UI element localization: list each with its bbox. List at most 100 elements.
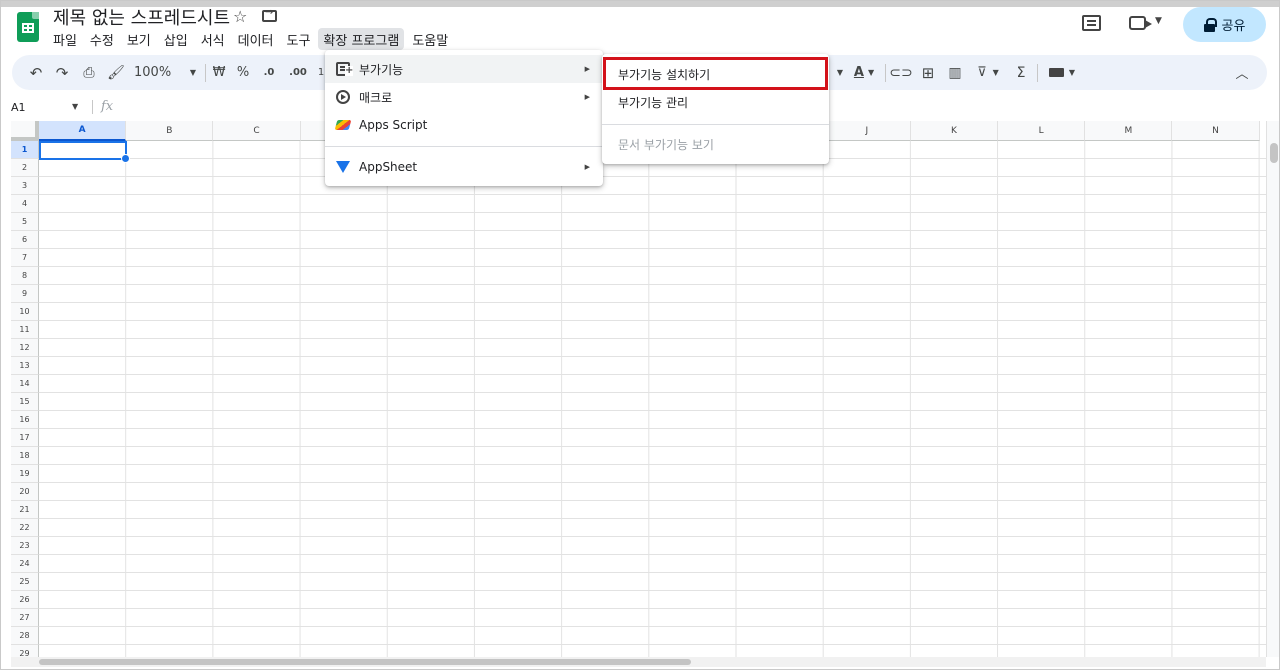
row-header-19[interactable]: 19 xyxy=(11,465,39,483)
row-header-28[interactable]: 28 xyxy=(11,627,39,645)
menu-item-appsheet[interactable]: AppSheet ▶ xyxy=(325,153,603,181)
redo-icon[interactable]: ↷ xyxy=(52,55,72,90)
row-header-7[interactable]: 7 xyxy=(11,249,39,267)
menu-view[interactable]: 보기 xyxy=(122,28,156,50)
comment-history-icon[interactable] xyxy=(1082,15,1101,31)
row-header-15[interactable]: 15 xyxy=(11,393,39,411)
functions-button[interactable]: Σ xyxy=(1012,55,1030,90)
row-header-21[interactable]: 21 xyxy=(11,501,39,519)
row-header-2[interactable]: 2 xyxy=(11,159,39,177)
column-header-j[interactable]: J xyxy=(823,121,911,141)
spreadsheet-grid[interactable]: ABCDEFGHIJKLMN 1234567891011121314151617… xyxy=(11,121,1266,657)
row-header-5[interactable]: 5 xyxy=(11,213,39,231)
menu-divider xyxy=(325,146,603,147)
row-header-24[interactable]: 24 xyxy=(11,555,39,573)
undo-icon[interactable]: ↶ xyxy=(26,55,46,90)
row-header-11[interactable]: 11 xyxy=(11,321,39,339)
menu-file[interactable]: 파일 xyxy=(48,28,82,50)
menu-item-addons[interactable]: 부가기능 ▶ xyxy=(325,55,603,83)
name-box[interactable]: A1 xyxy=(11,101,26,114)
column-header-b[interactable]: B xyxy=(126,121,214,141)
print-icon[interactable]: ⎙ xyxy=(79,55,99,90)
submenu-arrow-icon: ▶ xyxy=(584,163,590,171)
paint-format-icon[interactable]: 🖌 xyxy=(106,55,126,90)
row-header-16[interactable]: 16 xyxy=(11,411,39,429)
vertical-scrollbar-thumb[interactable] xyxy=(1270,143,1278,163)
row-header-6[interactable]: 6 xyxy=(11,231,39,249)
submenu-item-manage-addons[interactable]: 부가기능 관리 xyxy=(602,88,829,116)
chevron-down-icon[interactable]: ▼ xyxy=(72,102,78,111)
submenu-item-label: 부가기능 설치하기 xyxy=(618,67,711,82)
submenu-item-label: 문서 부가기능 보기 xyxy=(618,137,714,152)
row-header-26[interactable]: 26 xyxy=(11,591,39,609)
insert-chart-icon[interactable]: ▥ xyxy=(945,55,965,90)
row-header-9[interactable]: 9 xyxy=(11,285,39,303)
move-folder-icon[interactable] xyxy=(262,7,277,22)
submenu-arrow-icon: ▶ xyxy=(584,93,590,101)
menu-extensions[interactable]: 확장 프로그램 xyxy=(318,28,405,50)
menu-tools[interactable]: 도구 xyxy=(282,28,316,50)
zoom-value: 100% xyxy=(134,65,172,80)
extensions-menu: 부가기능 ▶ 매크로 ▶ Apps Script AppSheet ▶ xyxy=(325,50,603,186)
row-header-23[interactable]: 23 xyxy=(11,537,39,555)
chevron-down-icon[interactable]: ▼ xyxy=(835,55,845,90)
insert-link-icon[interactable]: ⊂⊃ xyxy=(889,55,912,90)
star-icon[interactable]: ☆ xyxy=(233,7,247,26)
horizontal-scrollbar-thumb[interactable] xyxy=(39,659,691,665)
row-header-22[interactable]: 22 xyxy=(11,519,39,537)
row-header-8[interactable]: 8 xyxy=(11,267,39,285)
submenu-item-install-addons[interactable]: 부가기능 설치하기 xyxy=(602,60,829,88)
column-header-m[interactable]: M xyxy=(1085,121,1173,141)
zoom-select[interactable]: 100% ▼ xyxy=(134,55,196,90)
menu-item-apps-script[interactable]: Apps Script xyxy=(325,111,603,139)
decrease-decimal-button[interactable]: .0 xyxy=(260,55,278,90)
share-label: 공유 xyxy=(1221,19,1246,34)
row-header-17[interactable]: 17 xyxy=(11,429,39,447)
cell-area[interactable] xyxy=(39,141,1266,657)
insert-comment-icon[interactable]: ⊞ xyxy=(918,55,938,90)
menu-data[interactable]: 데이터 xyxy=(233,28,279,50)
text-color-button[interactable]: A ▼ xyxy=(850,55,878,90)
column-header-k[interactable]: K xyxy=(910,121,999,141)
row-header-3[interactable]: 3 xyxy=(11,177,39,195)
share-button[interactable]: 공유 xyxy=(1183,7,1266,42)
percent-format-button[interactable]: % xyxy=(235,55,251,90)
addons-icon xyxy=(336,62,354,76)
row-header-4[interactable]: 4 xyxy=(11,195,39,213)
row-header-14[interactable]: 14 xyxy=(11,375,39,393)
menu-help[interactable]: 도움말 xyxy=(407,28,453,50)
vertical-scrollbar[interactable] xyxy=(1266,121,1280,657)
menu-item-macros[interactable]: 매크로 ▶ xyxy=(325,83,603,111)
active-cell-a1[interactable] xyxy=(39,141,130,163)
column-header-n[interactable]: N xyxy=(1172,121,1260,141)
row-header-20[interactable]: 20 xyxy=(11,483,39,501)
menu-insert[interactable]: 삽입 xyxy=(159,28,193,50)
chevron-down-icon: ▼ xyxy=(867,68,875,77)
menu-item-label: 매크로 xyxy=(359,90,393,105)
row-header-13[interactable]: 13 xyxy=(11,357,39,375)
column-header-l[interactable]: L xyxy=(998,121,1086,141)
collapse-toolbar-icon[interactable]: ︿ xyxy=(1234,55,1250,90)
row-header-25[interactable]: 25 xyxy=(11,573,39,591)
column-header-a[interactable]: A xyxy=(39,121,127,141)
chevron-down-icon[interactable]: ▼ xyxy=(1155,16,1162,26)
row-header-29[interactable]: 29 xyxy=(11,645,39,657)
document-title[interactable]: 제목 없는 스프레드시트 xyxy=(53,4,230,30)
row-header-18[interactable]: 18 xyxy=(11,447,39,465)
horizontal-scrollbar[interactable] xyxy=(11,657,1266,667)
menu-edit[interactable]: 수정 xyxy=(85,28,119,50)
sheets-logo-icon[interactable] xyxy=(17,12,39,42)
row-header-12[interactable]: 12 xyxy=(11,339,39,357)
increase-decimal-button[interactable]: .00 xyxy=(287,55,309,90)
input-tools-button[interactable]: ▼ xyxy=(1044,55,1080,90)
select-all-corner[interactable] xyxy=(11,121,39,141)
meet-video-icon[interactable] xyxy=(1129,16,1152,30)
column-header-c[interactable]: C xyxy=(213,121,301,141)
menu-item-label: AppSheet xyxy=(359,160,418,174)
menu-format[interactable]: 서식 xyxy=(196,28,230,50)
row-header-1[interactable]: 1 xyxy=(11,141,39,159)
currency-format-button[interactable]: ₩ xyxy=(211,55,227,90)
row-header-10[interactable]: 10 xyxy=(11,303,39,321)
row-header-27[interactable]: 27 xyxy=(11,609,39,627)
filter-button[interactable]: ⊽ ▼ xyxy=(972,55,1004,90)
